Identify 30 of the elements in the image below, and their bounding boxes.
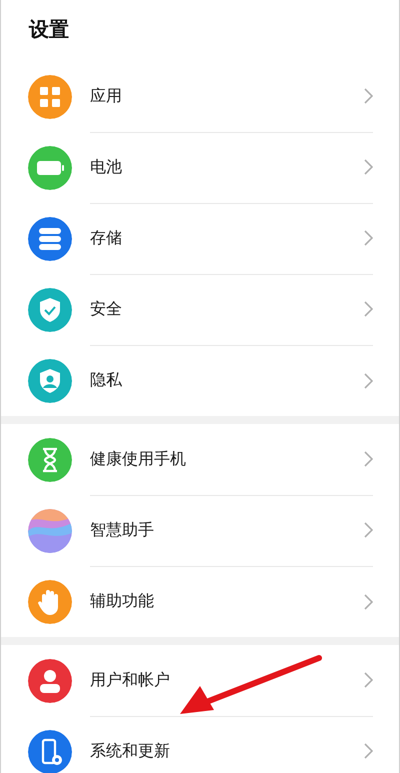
item-label: 存储 bbox=[90, 228, 123, 248]
chevron-right-icon bbox=[364, 159, 373, 175]
settings-item[interactable]: 电池 bbox=[1, 132, 399, 203]
chevron-right-icon bbox=[364, 301, 373, 317]
chevron-right-icon bbox=[364, 451, 373, 467]
item-label: 智慧助手 bbox=[90, 520, 155, 540]
page-title: 设置 bbox=[29, 16, 69, 43]
item-label: 用户和帐户 bbox=[90, 670, 171, 690]
chevron-right-icon bbox=[364, 594, 373, 610]
chevron-right-icon bbox=[364, 230, 373, 246]
chevron-right-icon bbox=[364, 743, 373, 759]
chevron-right-icon bbox=[364, 672, 373, 688]
settings-item[interactable]: 辅助功能 bbox=[1, 566, 399, 637]
chevron-right-icon bbox=[364, 88, 373, 104]
item-label: 健康使用手机 bbox=[90, 448, 187, 470]
settings-item[interactable]: 健康使用手机 bbox=[1, 424, 399, 495]
item-label: 辅助功能 bbox=[90, 591, 155, 612]
item-label: 安全 bbox=[90, 298, 123, 320]
settings-item[interactable]: 安全 bbox=[1, 274, 399, 345]
item-label: 系统和更新 bbox=[90, 740, 171, 762]
item-label: 应用 bbox=[90, 86, 123, 106]
settings-item[interactable]: 应用 bbox=[1, 61, 399, 132]
settings-item[interactable]: 隐私 bbox=[1, 345, 399, 416]
settings-item[interactable]: 系统和更新 bbox=[1, 716, 399, 773]
chevron-right-icon bbox=[364, 522, 373, 538]
settings-item[interactable]: 存储 bbox=[1, 203, 399, 274]
chevron-right-icon bbox=[364, 372, 373, 388]
item-label: 电池 bbox=[90, 156, 123, 178]
settings-item[interactable]: 智慧助手 bbox=[1, 495, 399, 566]
item-label: 隐私 bbox=[90, 370, 123, 391]
